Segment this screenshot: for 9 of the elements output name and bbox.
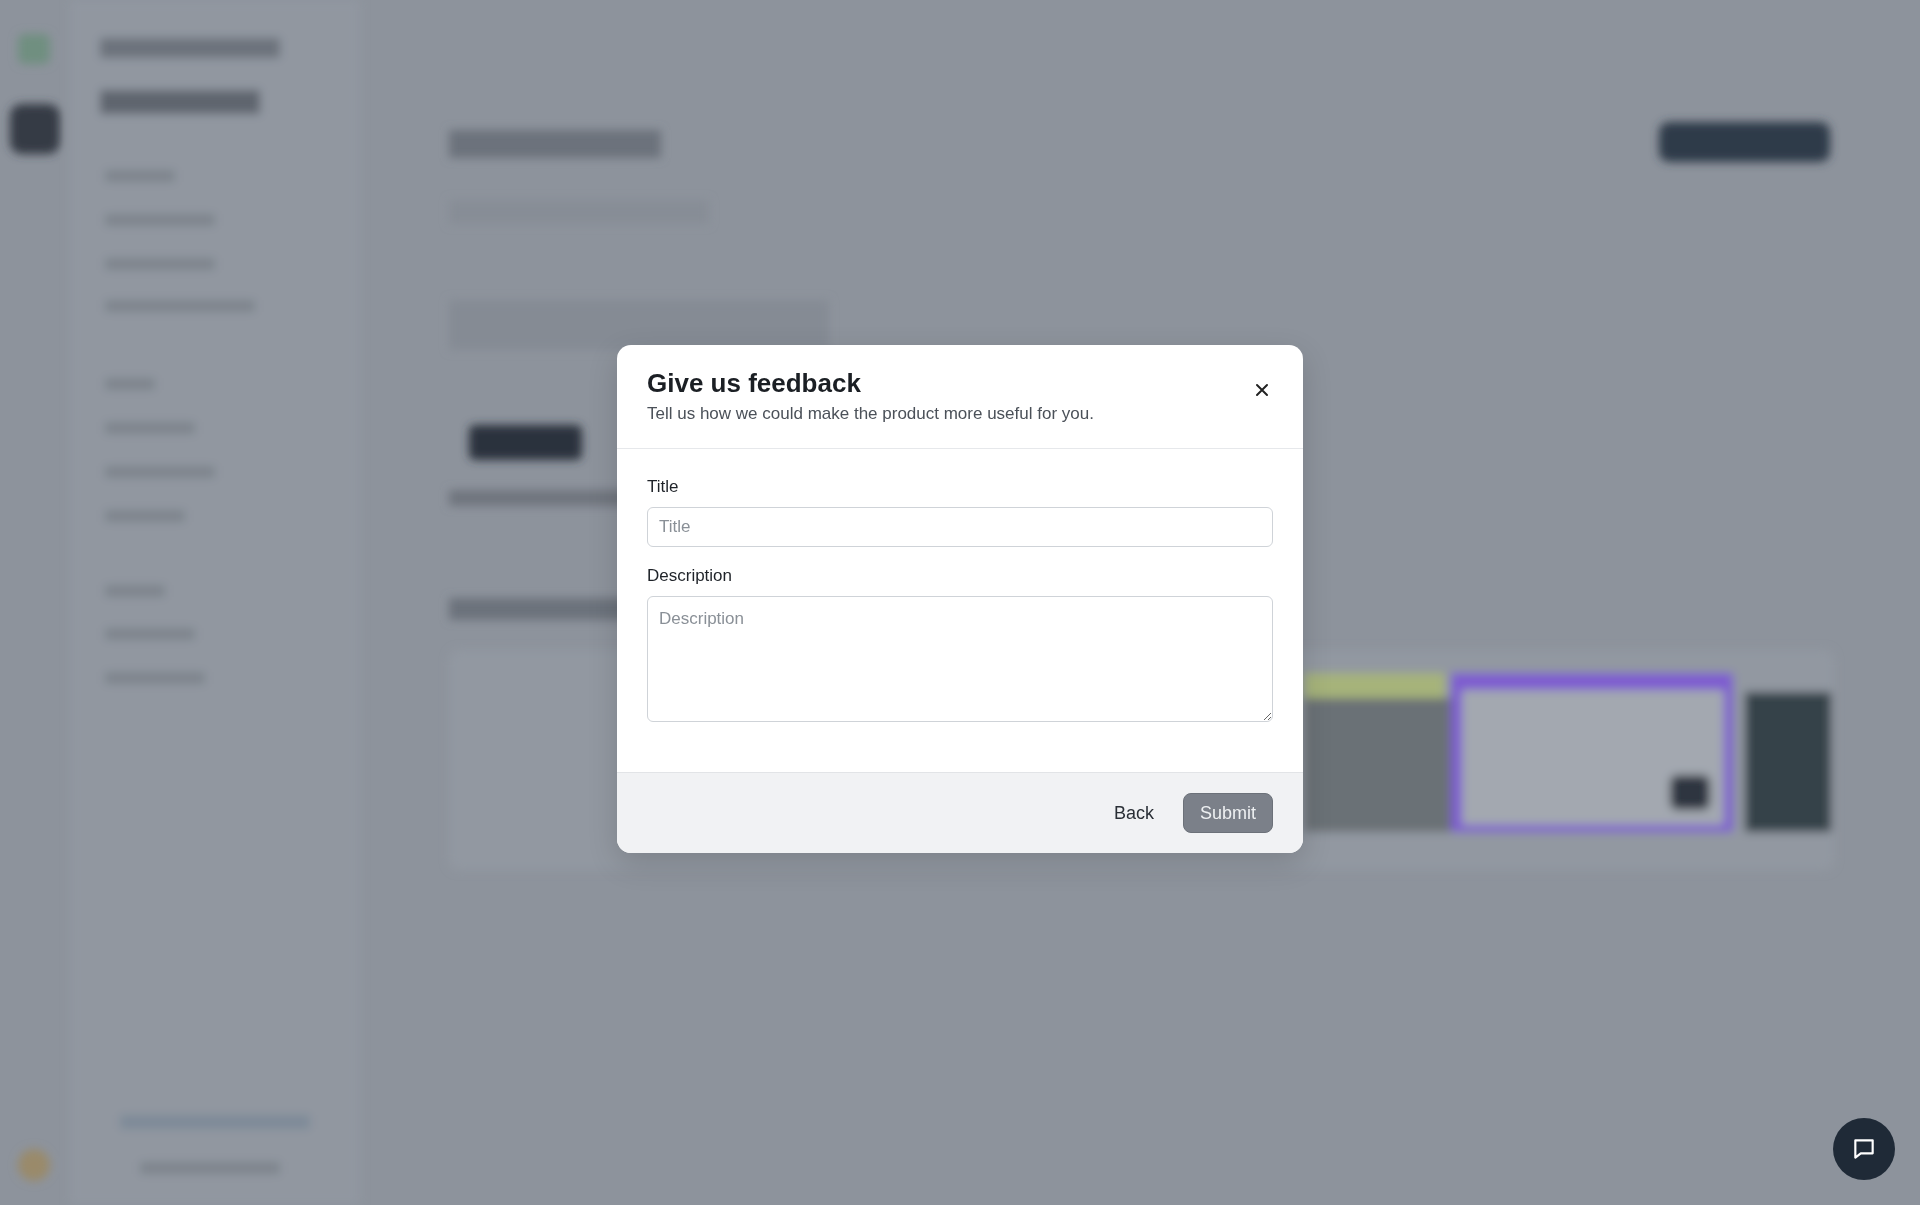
text-area[interactable]: Description — [647, 596, 1273, 722]
back-button[interactable]: Back — [1096, 793, 1171, 833]
field-label: Description — [647, 566, 734, 586]
field-label: Title — [647, 477, 680, 497]
dialog-title: Give us feedback — [647, 367, 862, 399]
input-field[interactable]: Title — [647, 507, 1273, 547]
close-icon — [1255, 383, 1269, 397]
chat-icon — [1851, 1136, 1877, 1162]
dialog-subtitle: Tell us how we could make the product more useful for you. — [647, 403, 1094, 425]
